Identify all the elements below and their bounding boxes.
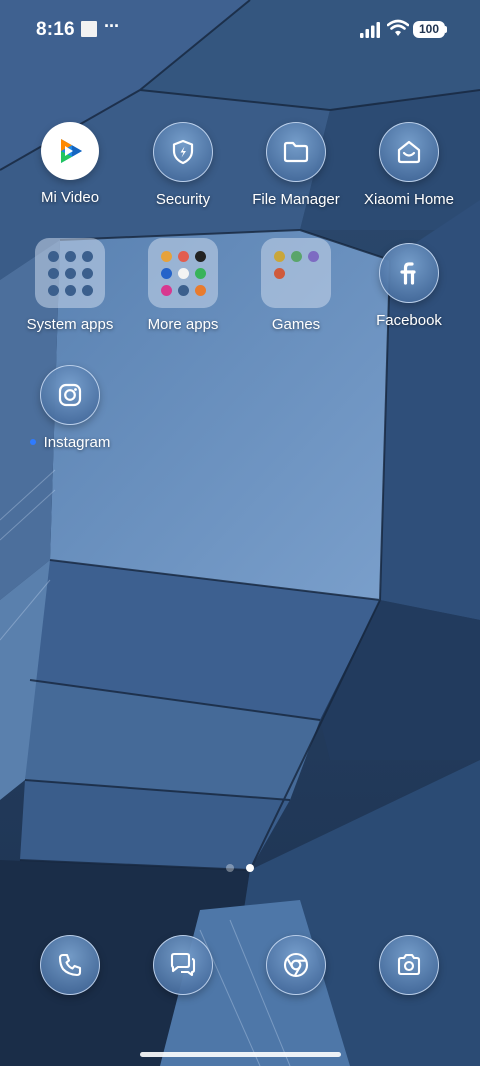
phone-icon <box>40 935 100 995</box>
chrome-icon <box>266 935 326 995</box>
app-mi-video[interactable]: Mi Video <box>15 122 125 206</box>
folder-system-apps[interactable]: System apps <box>15 238 125 333</box>
app-label: Xiaomi Home <box>363 191 455 208</box>
page-dot-2-active[interactable] <box>246 864 254 872</box>
clock: 8:16 <box>36 19 75 40</box>
app-label: Mi Video <box>40 189 100 206</box>
app-facebook[interactable]: Facebook <box>354 243 464 329</box>
more-notifications-indicator: ··· <box>104 16 120 36</box>
app-label-row: Instagram <box>15 434 125 451</box>
status-bar: 8:16 ··· 100 <box>0 0 480 60</box>
folder-label: More apps <box>147 316 219 333</box>
dock-messages[interactable] <box>128 935 238 995</box>
messages-icon <box>153 935 213 995</box>
dock-camera[interactable] <box>354 935 464 995</box>
camera-icon <box>379 935 439 995</box>
gesture-home-bar[interactable] <box>140 1052 341 1057</box>
app-label: File Manager <box>252 191 340 208</box>
instagram-icon <box>40 365 100 425</box>
folder-label: System apps <box>26 316 114 333</box>
app-label: Facebook <box>376 312 442 329</box>
folder-icon <box>35 238 105 308</box>
folder-icon <box>266 122 326 182</box>
new-install-indicator <box>29 439 36 446</box>
folder-games[interactable]: Games <box>241 238 351 333</box>
app-label: Security <box>155 191 211 208</box>
mi-video-icon <box>41 122 99 180</box>
dock-phone[interactable] <box>15 935 125 995</box>
app-security[interactable]: Security <box>128 122 238 208</box>
folder-label: Games <box>271 316 321 333</box>
signal-icon <box>360 22 380 38</box>
folder-more-apps[interactable]: More apps <box>128 238 238 333</box>
app-instagram[interactable]: Instagram <box>15 365 125 451</box>
battery-tip <box>445 26 447 33</box>
app-xiaomi-home[interactable]: Xiaomi Home <box>354 122 464 208</box>
notification-icon <box>81 21 97 37</box>
security-shield-icon <box>153 122 213 182</box>
xiaomi-home-icon <box>379 122 439 182</box>
battery-icon: 100 <box>413 21 445 38</box>
app-label: Instagram <box>43 434 111 451</box>
app-file-manager[interactable]: File Manager <box>241 122 351 208</box>
dock-chrome[interactable] <box>241 935 351 995</box>
folder-icon <box>148 238 218 308</box>
folder-icon <box>261 238 331 308</box>
facebook-icon <box>379 243 439 303</box>
wifi-icon <box>387 19 409 36</box>
page-dot-1[interactable] <box>226 864 234 872</box>
